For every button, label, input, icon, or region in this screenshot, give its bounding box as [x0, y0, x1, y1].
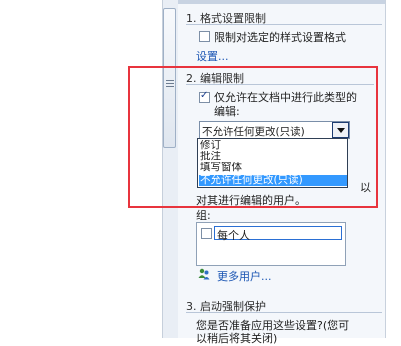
- format-settings-link[interactable]: 设置...: [196, 48, 229, 64]
- hint-text-line2: 对其进行编辑的用户。: [196, 194, 306, 207]
- hint-text-fragment: 以: [360, 181, 371, 194]
- option-track-changes[interactable]: 修订: [199, 140, 347, 151]
- option-no-changes-read-only[interactable]: 不允许任何更改(只读): [199, 175, 347, 186]
- user-everyone-item[interactable]: 每个人: [214, 226, 342, 242]
- format-restriction-label: 限制对选定的样式设置格式: [214, 31, 346, 44]
- editing-type-dropdown-list: 修订 批注 填写窗体 不允许任何更改(只读): [197, 138, 348, 188]
- editing-restriction-label-line2: 编辑:: [214, 105, 240, 118]
- pane-border: [385, 0, 386, 338]
- editing-type-select-value: 不允许任何更改(只读): [202, 126, 305, 138]
- option-comments[interactable]: 批注: [199, 151, 347, 162]
- option-filling-forms[interactable]: 填写窗体: [199, 162, 347, 173]
- format-restriction-checkbox[interactable]: [199, 31, 210, 42]
- pane-header-strip: [178, 0, 385, 4]
- editing-restriction-checkbox[interactable]: [199, 90, 210, 103]
- scrollbar-thumb[interactable]: [163, 8, 176, 148]
- user-everyone-label: 每个人: [217, 229, 250, 242]
- group-label: 组:: [196, 209, 211, 222]
- section-2-divider: [186, 84, 374, 85]
- section-3-text-line2: 以稍后将其关闭): [196, 332, 278, 345]
- chevron-down-icon[interactable]: [332, 122, 349, 138]
- scrollbar-grip-icon: [166, 80, 174, 89]
- section-3-divider: [186, 312, 382, 313]
- more-users-link[interactable]: 更多用户...: [217, 268, 272, 284]
- editing-type-select[interactable]: 不允许任何更改(只读): [199, 121, 350, 139]
- people-icon: [198, 268, 210, 280]
- user-everyone-checkbox[interactable]: [201, 228, 212, 239]
- section-1-divider: [186, 24, 382, 25]
